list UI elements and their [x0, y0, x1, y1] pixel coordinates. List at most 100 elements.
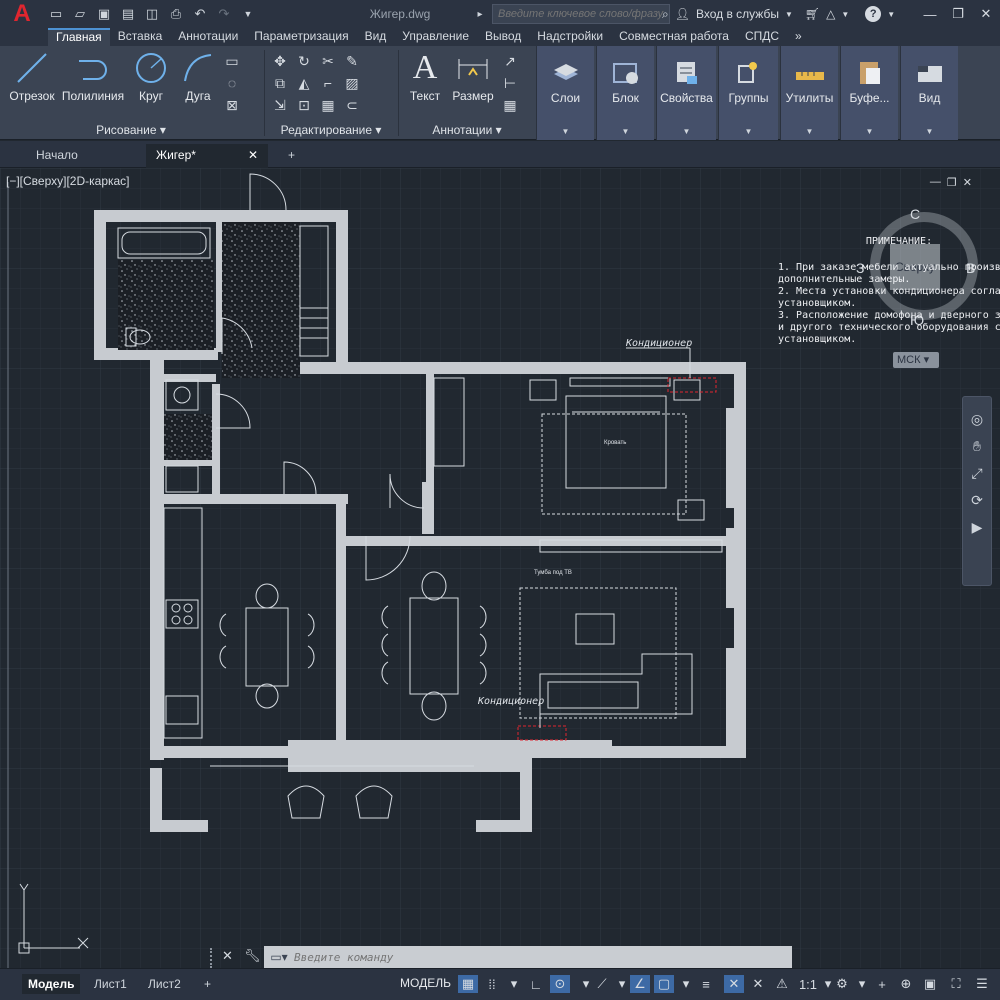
region-icon[interactable]: ⊠: [220, 94, 244, 116]
command-line[interactable]: ▭▾: [264, 946, 792, 968]
new-file-icon[interactable]: ▭: [46, 4, 66, 24]
rotate-icon[interactable]: ↻: [292, 50, 316, 72]
ribbon-tab[interactable]: Управление: [394, 28, 477, 46]
utilities-button[interactable]: Утилиты ▼: [780, 46, 838, 140]
viewcube-north[interactable]: С: [910, 206, 920, 222]
command-input[interactable]: [294, 947, 792, 967]
chevron-down-icon[interactable]: ▼: [887, 10, 895, 19]
groups-button[interactable]: Группы ▼: [718, 46, 778, 140]
polyline-button[interactable]: Полилиния: [60, 48, 126, 103]
ribbon-tab[interactable]: СПДС: [737, 28, 787, 46]
isodraft-icon[interactable]: ⟋: [592, 975, 612, 993]
layers-button[interactable]: Слои ▼: [536, 46, 594, 140]
lineweight-icon[interactable]: ≡: [696, 975, 716, 993]
object-snap-tracking-icon[interactable]: ∠: [630, 975, 650, 993]
undo-icon[interactable]: ↶: [190, 4, 210, 24]
view-button[interactable]: Вид ▼: [900, 46, 958, 140]
search-input[interactable]: [492, 4, 670, 24]
customize-menu-icon[interactable]: ☰: [972, 975, 992, 993]
rectangle-icon[interactable]: ▭: [220, 50, 244, 72]
redo-icon[interactable]: ↷: [214, 4, 234, 24]
line-button[interactable]: Отрезок: [6, 48, 58, 103]
draw-group-title[interactable]: Рисование ▾: [0, 123, 262, 137]
chevron-down-icon[interactable]: ▾: [676, 975, 696, 993]
fillet-icon[interactable]: ⌐: [316, 72, 340, 94]
chevron-down-icon[interactable]: ▼: [841, 10, 849, 19]
annotation-group-title[interactable]: Аннотации ▾: [400, 123, 534, 137]
model-space-button[interactable]: МОДЕЛЬ: [400, 976, 451, 990]
dim-style-icon[interactable]: ⊢: [498, 72, 522, 94]
plus-icon[interactable]: +: [872, 975, 892, 993]
tab-layout1[interactable]: Лист1: [88, 974, 133, 994]
block-button[interactable]: Блок ▼: [596, 46, 654, 140]
viewport-controls[interactable]: [−][Сверху][2D-каркас]: [6, 174, 130, 188]
offset-icon[interactable]: ⊂: [340, 94, 364, 116]
ribbon-tab[interactable]: Вид: [357, 28, 395, 46]
leader-icon[interactable]: ↗: [498, 50, 522, 72]
annotation-monitor-icon[interactable]: ⚠: [772, 975, 792, 993]
open-file-icon[interactable]: ▱: [70, 4, 90, 24]
polar-icon[interactable]: ⊙: [550, 975, 570, 993]
table-icon[interactable]: ▦: [498, 94, 522, 116]
web-mobile-icon[interactable]: ◫: [142, 4, 162, 24]
tab-model[interactable]: Модель: [22, 974, 81, 994]
annotation-scale[interactable]: 1:1: [796, 975, 820, 993]
ribbon-tab[interactable]: Совместная работа: [611, 28, 737, 46]
minimize-icon[interactable]: —: [916, 0, 944, 28]
search-arrow-icon[interactable]: ▸: [470, 4, 490, 24]
auto-scale-icon[interactable]: ✕: [748, 975, 768, 993]
ribbon-tab[interactable]: Аннотации: [170, 28, 246, 46]
cart-icon[interactable]: 🛒︎: [805, 7, 820, 21]
isolate-icon[interactable]: ⊕: [896, 975, 916, 993]
tab-layout2[interactable]: Лист2: [142, 974, 187, 994]
restore-icon[interactable]: ❐: [944, 0, 972, 28]
circle-button[interactable]: Круг: [130, 48, 172, 103]
ribbon-tab[interactable]: Главная: [48, 28, 110, 46]
annotation-visibility-icon[interactable]: ✕: [724, 975, 744, 993]
ribbon-tab[interactable]: Параметризация: [246, 28, 356, 46]
ribbon-tab[interactable]: Надстройки: [529, 28, 611, 46]
clean-screen-icon[interactable]: ⛶: [946, 975, 966, 993]
chevron-down-icon[interactable]: ▾: [504, 975, 524, 993]
plot-icon[interactable]: ⎙: [166, 4, 186, 24]
graphics-icon[interactable]: ▣: [920, 975, 940, 993]
copy-icon[interactable]: ⧉: [268, 72, 292, 94]
command-close-icon[interactable]: ✕: [222, 948, 233, 964]
close-icon[interactable]: ✕: [972, 0, 1000, 28]
viewport-restore-icon[interactable]: ❐: [947, 176, 957, 189]
ortho-icon[interactable]: ∟: [526, 975, 546, 993]
move-icon[interactable]: ✥: [268, 50, 292, 72]
dimension-button[interactable]: Размер: [450, 48, 496, 103]
mirror-icon[interactable]: ◭: [292, 72, 316, 94]
ribbon-tab[interactable]: Вывод: [477, 28, 529, 46]
arc-button[interactable]: Дуга: [178, 48, 218, 103]
chevron-down-icon[interactable]: ▾: [612, 975, 632, 993]
explode-icon[interactable]: ▨: [340, 72, 364, 94]
grid-icon[interactable]: ▦: [458, 975, 478, 993]
hatch-icon[interactable]: ◌: [220, 72, 244, 94]
search-icon[interactable]: ⌕: [662, 7, 669, 22]
drawing-area[interactable]: Кондиционер Кондиционер Кровать Тумба по…: [0, 168, 1000, 968]
erase-icon[interactable]: ✎: [340, 50, 364, 72]
app-menu-button[interactable]: A: [0, 0, 44, 28]
ribbon-tab[interactable]: Вставка: [110, 28, 171, 46]
viewport-minimize-icon[interactable]: —: [930, 176, 941, 189]
ribbon-tab[interactable]: »: [787, 28, 810, 46]
user-icon[interactable]: 👤︎: [675, 7, 690, 21]
close-tab-icon[interactable]: ✕: [248, 144, 258, 166]
help-icon[interactable]: ?: [865, 6, 882, 22]
new-tab-button[interactable]: +: [278, 144, 302, 168]
command-prompt-icon[interactable]: ▭▾: [264, 950, 294, 964]
command-customize-icon[interactable]: 🔧︎: [244, 948, 261, 964]
stretch-icon[interactable]: ⇲: [268, 94, 292, 116]
object-snap-icon[interactable]: ▢: [654, 975, 674, 993]
quick-access-dropdown-icon[interactable]: ▼: [238, 4, 258, 24]
workspace-gear-icon[interactable]: ⚙: [832, 975, 852, 993]
clipboard-button[interactable]: Буфе... ▼: [840, 46, 898, 140]
tab-start[interactable]: Начало: [26, 144, 136, 168]
orbit-icon[interactable]: ⟳: [971, 492, 983, 509]
trim-icon[interactable]: ✂: [316, 50, 340, 72]
pan-icon[interactable]: ✋︎: [973, 438, 981, 455]
chevron-down-icon[interactable]: ▼: [785, 10, 793, 19]
properties-button[interactable]: Свойства ▼: [656, 46, 716, 140]
